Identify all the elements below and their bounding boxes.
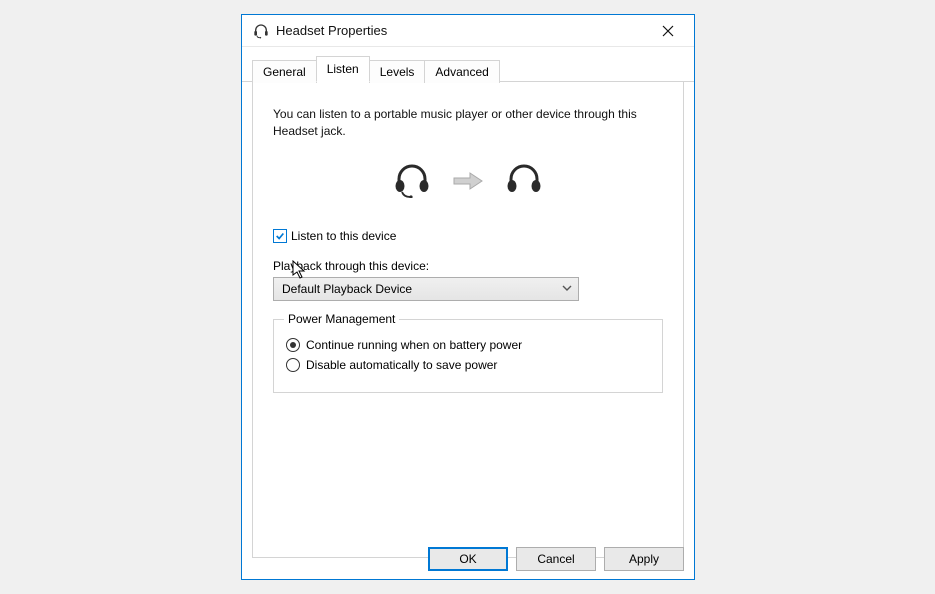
tab-listen[interactable]: Listen bbox=[316, 56, 370, 82]
headset-icon bbox=[252, 22, 270, 40]
listen-tabpanel: You can listen to a portable music playe… bbox=[253, 82, 683, 403]
tabs: General Listen Levels Advanced bbox=[242, 47, 694, 82]
tab-general[interactable]: General bbox=[252, 60, 317, 83]
chevron-down-icon bbox=[562, 283, 572, 294]
tab-levels[interactable]: Levels bbox=[369, 60, 426, 83]
power-management-legend: Power Management bbox=[284, 312, 399, 326]
titlebar: Headset Properties bbox=[242, 15, 694, 47]
power-management-group: Power Management Continue running when o… bbox=[273, 319, 663, 393]
listen-checkbox-label: Listen to this device bbox=[291, 229, 396, 243]
headset-mic-icon bbox=[392, 164, 432, 201]
cancel-button[interactable]: Cancel bbox=[516, 547, 596, 571]
ok-button[interactable]: OK bbox=[428, 547, 508, 571]
dialog-title: Headset Properties bbox=[276, 23, 648, 38]
close-button[interactable] bbox=[648, 17, 688, 45]
radio-continue[interactable] bbox=[286, 338, 300, 352]
arrow-right-icon bbox=[452, 171, 484, 194]
listen-checkbox[interactable] bbox=[273, 229, 287, 243]
dialog-buttons: OK Cancel Apply bbox=[428, 547, 684, 571]
radio-continue-label: Continue running when on battery power bbox=[306, 338, 522, 352]
tab-advanced[interactable]: Advanced bbox=[424, 60, 499, 83]
radio-continue-row: Continue running when on battery power bbox=[286, 338, 650, 352]
apply-button[interactable]: Apply bbox=[604, 547, 684, 571]
playback-through-label: Playback through this device: bbox=[273, 259, 663, 273]
listen-illustration bbox=[273, 164, 663, 201]
radio-disable-label: Disable automatically to save power bbox=[306, 358, 497, 372]
listen-checkbox-row: Listen to this device bbox=[273, 229, 663, 243]
playback-device-dropdown[interactable]: Default Playback Device bbox=[273, 277, 579, 301]
headset-properties-dialog: Headset Properties General Listen Levels… bbox=[241, 14, 695, 580]
radio-disable[interactable] bbox=[286, 358, 300, 372]
headphones-icon bbox=[504, 164, 544, 201]
listen-description: You can listen to a portable music playe… bbox=[273, 106, 663, 140]
radio-disable-row: Disable automatically to save power bbox=[286, 358, 650, 372]
playback-device-selected: Default Playback Device bbox=[282, 282, 412, 296]
tab-content: You can listen to a portable music playe… bbox=[252, 82, 684, 558]
